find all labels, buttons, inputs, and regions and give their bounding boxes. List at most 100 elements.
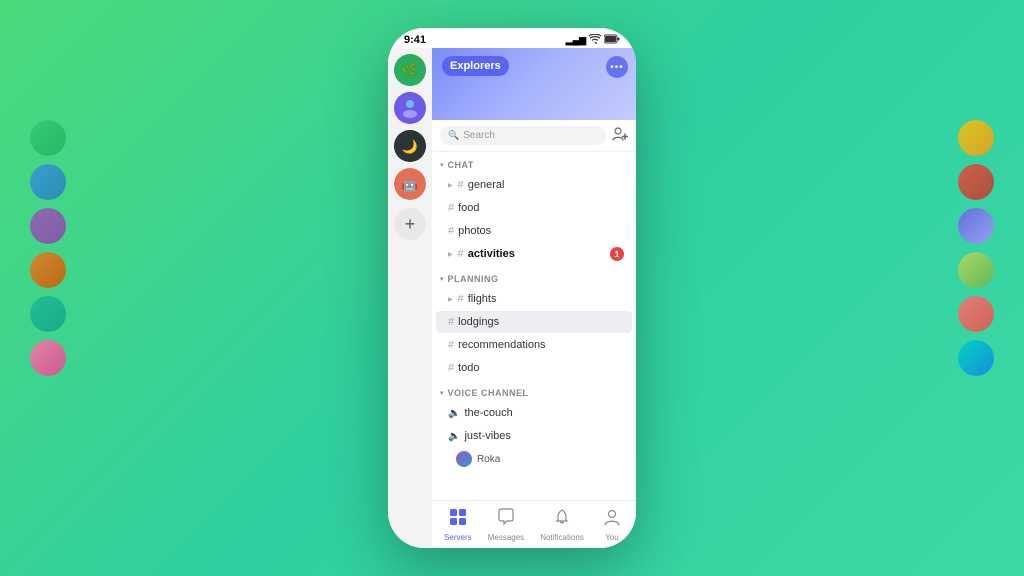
search-icon: 🔍 (448, 130, 459, 141)
deco-circle (958, 120, 994, 156)
search-input[interactable]: Search (463, 130, 495, 141)
bottom-nav: Servers Messages (432, 500, 636, 548)
channel-name: lodgings (458, 316, 499, 328)
channel-expand-icon: ▶ (448, 296, 453, 303)
server-icon-1[interactable]: 🌿 (394, 54, 426, 86)
channel-name: food (458, 202, 479, 214)
channel-panel: Explorers ••• 🔍 Search (432, 48, 636, 548)
deco-circle (958, 164, 994, 200)
status-bar: 9:41 ▂▄▆ (388, 28, 636, 48)
voice-channel-just-vibes[interactable]: 🔈 just-vibes (436, 425, 632, 447)
svg-text:🤖: 🤖 (402, 177, 418, 192)
category-arrow-chat: ▾ (440, 161, 444, 169)
channel-activities[interactable]: ▶ # activities 1 (436, 243, 632, 265)
channel-food[interactable]: # food (436, 197, 632, 219)
channel-expand-icon: ▶ (448, 182, 453, 189)
messages-icon (497, 508, 515, 531)
voice-channel-the-couch[interactable]: 🔈 the-couch (436, 402, 632, 424)
hash-icon: # (448, 339, 454, 351)
voice-member-roka[interactable]: Roka (432, 448, 636, 470)
channel-name: todo (458, 362, 479, 374)
channel-list: ▾ CHAT ▶ # general # food # photos (432, 152, 636, 500)
hash-icon: # (448, 202, 454, 214)
server-list: 🌿 🌙 🤖 (388, 48, 432, 548)
category-planning[interactable]: ▾ PLANNING (432, 266, 636, 287)
server-options-button[interactable]: ••• (606, 56, 628, 78)
phone-frame: 9:41 ▂▄▆ (388, 28, 636, 548)
signal-icon: ▂▄▆ (566, 35, 586, 46)
channel-name: flights (468, 293, 497, 305)
category-label-voice: VOICE CHANNEL (448, 388, 529, 398)
deco-circle (958, 252, 994, 288)
ellipsis-icon: ••• (610, 62, 624, 73)
server-name-badge: Explorers (442, 56, 509, 76)
category-label-planning: PLANNING (448, 274, 499, 284)
svg-text:🌿: 🌿 (401, 62, 418, 79)
channel-name: photos (458, 225, 491, 237)
nav-item-messages[interactable]: Messages (480, 504, 532, 546)
category-chat[interactable]: ▾ CHAT (432, 152, 636, 173)
channel-recommendations[interactable]: # recommendations (436, 334, 632, 356)
server-banner: Explorers ••• (432, 48, 636, 120)
channel-name: just-vibes (464, 430, 510, 442)
deco-circle (958, 296, 994, 332)
deco-circle (30, 340, 66, 376)
add-server-button[interactable]: + (394, 208, 426, 240)
search-input-wrap[interactable]: 🔍 Search (440, 126, 606, 145)
plus-icon: + (405, 214, 416, 235)
channel-name: recommendations (458, 339, 545, 351)
bell-icon (553, 508, 571, 531)
server-icon-3[interactable]: 🌙 (394, 130, 426, 162)
hash-icon: # (448, 362, 454, 374)
server-icon-2[interactable] (394, 92, 426, 124)
member-name: Roka (477, 454, 500, 465)
battery-icon (604, 34, 620, 46)
category-label-chat: CHAT (448, 160, 474, 170)
search-bar: 🔍 Search (432, 120, 636, 152)
category-arrow-planning: ▾ (440, 275, 444, 283)
channel-lodgings[interactable]: # lodgings (436, 311, 632, 333)
nav-item-servers[interactable]: Servers (436, 504, 480, 546)
nav-label-messages: Messages (488, 533, 524, 542)
nav-label-you: You (605, 533, 619, 542)
person-icon (603, 508, 621, 531)
status-icons: ▂▄▆ (566, 34, 620, 46)
hash-icon: # (448, 225, 454, 237)
add-member-button[interactable] (612, 126, 628, 145)
nav-item-notifications[interactable]: Notifications (532, 504, 592, 546)
wifi-icon (589, 34, 601, 46)
channel-expand-icon: ▶ (448, 251, 453, 258)
avatar (456, 451, 472, 467)
svg-text:🌙: 🌙 (402, 139, 418, 155)
deco-circle (30, 164, 66, 200)
hash-icon: # (448, 316, 454, 328)
deco-circle (30, 120, 66, 156)
channel-name: the-couch (464, 407, 512, 419)
channel-todo[interactable]: # todo (436, 357, 632, 379)
category-voice[interactable]: ▾ VOICE CHANNEL (432, 380, 636, 401)
deco-circle (958, 340, 994, 376)
nav-label-servers: Servers (444, 533, 472, 542)
speaker-icon: 🔈 (448, 431, 460, 442)
channel-name: general (468, 179, 505, 191)
deco-circle (30, 208, 66, 244)
status-time: 9:41 (404, 34, 426, 46)
app-content: 🌿 🌙 🤖 (388, 48, 636, 548)
hash-icon: # (458, 179, 464, 191)
deco-circle (30, 252, 66, 288)
channel-general[interactable]: ▶ # general (436, 174, 632, 196)
server-icon-4[interactable]: 🤖 (394, 168, 426, 200)
hash-icon: # (458, 248, 464, 260)
channel-photos[interactable]: # photos (436, 220, 632, 242)
nav-item-you[interactable]: You (592, 504, 632, 546)
category-arrow-voice: ▾ (440, 389, 444, 397)
speaker-icon: 🔈 (448, 408, 460, 419)
channel-flights[interactable]: ▶ # flights (436, 288, 632, 310)
deco-circles-left (30, 120, 66, 376)
deco-circle (30, 296, 66, 332)
deco-circle (958, 208, 994, 244)
deco-circles-right (958, 120, 994, 376)
notification-badge: 1 (610, 247, 624, 261)
hash-icon: # (458, 293, 464, 305)
nav-label-notifications: Notifications (540, 533, 584, 542)
